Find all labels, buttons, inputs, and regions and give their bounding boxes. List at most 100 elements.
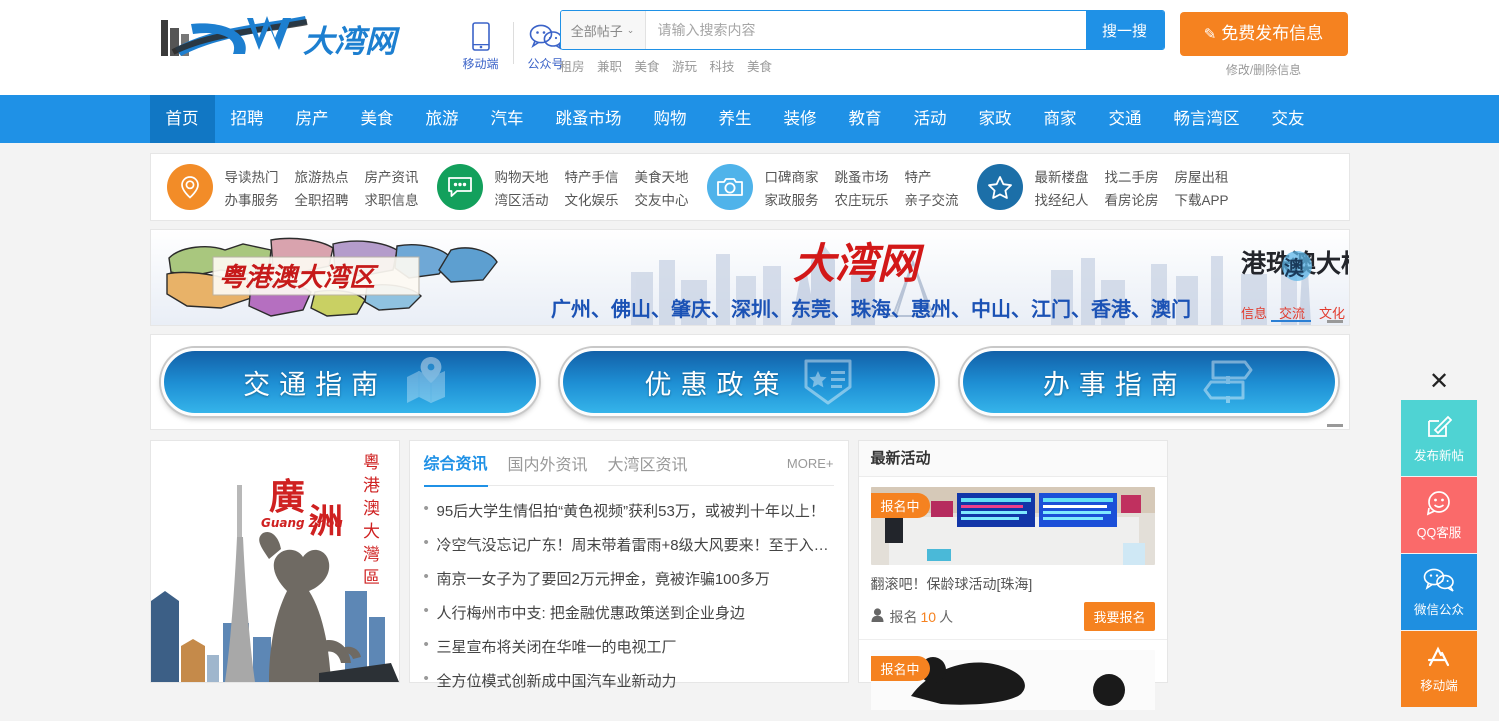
pill-label: 办事指南: [1042, 369, 1187, 400]
news-more-link[interactable]: MORE+: [787, 456, 834, 471]
collapse-marker[interactable]: [1326, 320, 1343, 323]
nav-item-merchants[interactable]: 商家: [1028, 95, 1093, 143]
activity-thumbnail[interactable]: 报名中: [870, 487, 1155, 565]
hot-word[interactable]: 兼职: [597, 60, 622, 74]
pill-preferential-policy[interactable]: 优惠政策: [560, 348, 939, 416]
quick-link[interactable]: 看房论房: [1105, 189, 1159, 209]
quick-link[interactable]: 找二手房: [1105, 166, 1159, 186]
quick-link[interactable]: 农庄玩乐: [835, 189, 889, 209]
quick-link[interactable]: 最新楼盘: [1035, 166, 1089, 186]
quick-link[interactable]: 旅游热点: [295, 166, 349, 186]
nav-item-travel[interactable]: 旅游: [410, 95, 475, 143]
nav-item-flea-market[interactable]: 跳蚤市场: [540, 95, 638, 143]
nav-item-food[interactable]: 美食: [345, 95, 410, 143]
nav-item-education[interactable]: 教育: [833, 95, 898, 143]
tab-domestic-international-news[interactable]: 国内外资讯: [508, 451, 588, 486]
news-item[interactable]: 南京一女子为了要回2万元押金，竟被诈骗100多万: [424, 561, 834, 595]
quick-link[interactable]: 购物天地: [495, 166, 549, 186]
nav-item-transport[interactable]: 交通: [1093, 95, 1158, 143]
collapse-marker[interactable]: [1326, 424, 1343, 427]
quick-link[interactable]: 口碑商家: [765, 166, 819, 186]
news-item[interactable]: 三星宣布将关闭在华唯一的电视工厂: [424, 629, 834, 663]
quick-link[interactable]: 特产: [905, 166, 959, 186]
tab-bay-area-news[interactable]: 大湾区资讯: [608, 451, 688, 486]
quick-link[interactable]: 导读热门: [225, 166, 279, 186]
nav-item-realestate[interactable]: 房产: [280, 95, 345, 143]
signup-unit: 人: [939, 608, 954, 625]
quick-link[interactable]: 找经纪人: [1035, 189, 1089, 209]
float-mobile-app-button[interactable]: 移动端: [1401, 631, 1477, 707]
nav-item-decoration[interactable]: 装修: [768, 95, 833, 143]
quick-link[interactable]: 家政服务: [765, 189, 819, 209]
quick-link[interactable]: 交友中心: [635, 189, 689, 209]
news-item[interactable]: 人行梅州市中支: 把金融优惠政策送到企业身边: [424, 595, 834, 629]
quick-link[interactable]: 亲子交流: [905, 189, 959, 209]
svg-text:大: 大: [363, 522, 380, 542]
svg-text:區: 區: [363, 568, 380, 588]
svg-text:澳: 澳: [1284, 256, 1305, 280]
pill-label: 交通指南: [243, 369, 388, 400]
quick-link[interactable]: 求职信息: [365, 189, 419, 209]
hot-word[interactable]: 游玩: [672, 60, 697, 74]
news-card: 综合资讯 国内外资讯 大湾区资讯 MORE+ 95后大学生情侣拍“黄色视频”获利…: [408, 440, 849, 690]
news-list: 95后大学生情侣拍“黄色视频”获利53万，或被判十年以上！ 冷空气没忘记广东！周…: [424, 486, 834, 697]
quick-link[interactable]: 美食天地: [635, 166, 689, 186]
nav-item-health[interactable]: 养生: [703, 95, 768, 143]
quick-link[interactable]: 特产手信: [565, 166, 619, 186]
signup-label: 报名: [889, 608, 918, 625]
nav-item-bay-talk[interactable]: 畅言湾区: [1158, 95, 1256, 143]
nav-item-shopping[interactable]: 购物: [638, 95, 703, 143]
activity-thumbnail[interactable]: 报名中: [870, 650, 1155, 721]
person-icon: [871, 608, 884, 625]
compose-icon: [1426, 413, 1453, 442]
search-category-dropdown[interactable]: 全部帖子 ⌄: [560, 11, 646, 49]
news-item[interactable]: 冷空气没忘记广东！周末带着雷雨+8级大风要来！至于入秋..: [424, 527, 834, 561]
news-item[interactable]: 95后大学生情侣拍“黄色视频”获利53万，或被判十年以上！: [424, 493, 834, 527]
search-input[interactable]: [645, 11, 1086, 49]
hot-word[interactable]: 美食: [635, 60, 660, 74]
quick-link[interactable]: 文化娱乐: [565, 189, 619, 209]
quick-link[interactable]: 房屋出租: [1175, 166, 1229, 186]
qr-code-group: 移动端 公众号: [455, 20, 572, 72]
close-icon[interactable]: ✕: [1401, 369, 1477, 393]
map-pin-icon: [401, 356, 457, 408]
float-wechat-button[interactable]: 微信公众: [1401, 554, 1477, 630]
quick-link[interactable]: 办事服务: [225, 189, 279, 209]
publish-free-info-button[interactable]: ✎ 免费发布信息: [1179, 12, 1348, 56]
quick-link[interactable]: 房产资讯: [365, 166, 419, 186]
mobile-entry[interactable]: 移动端: [455, 20, 507, 72]
quick-link[interactable]: 跳蚤市场: [835, 166, 889, 186]
float-new-post-button[interactable]: 发布新帖: [1401, 400, 1477, 476]
quick-link[interactable]: 全职招聘: [295, 189, 349, 209]
quick-link[interactable]: 下载APP: [1175, 189, 1229, 209]
search-button[interactable]: 搜一搜: [1085, 11, 1164, 49]
news-item[interactable]: 全方位模式创新成中国汽车业新动力: [424, 663, 834, 697]
signup-button[interactable]: 我要报名: [1084, 602, 1155, 631]
nav-item-cars[interactable]: 汽车: [475, 95, 540, 143]
svg-text:交流: 交流: [1279, 306, 1305, 322]
star-icon: [976, 164, 1023, 210]
city-image-card[interactable]: 廣 洲 Guang Zhou 粵港澳 大灣區: [149, 440, 400, 683]
nav-item-activities[interactable]: 活动: [898, 95, 963, 143]
tab-comprehensive-news[interactable]: 综合资讯: [423, 450, 488, 487]
hot-word[interactable]: 租房: [560, 60, 585, 74]
pill-traffic-guide[interactable]: 交通指南: [161, 348, 540, 416]
greater-bay-area-banner[interactable]: 粤港澳大湾区 大湾网 港珠澳大桥 澳 广州、佛山、肇庆、深圳、东莞、珠海、惠州、…: [149, 229, 1350, 326]
site-logo[interactable]: 大湾网: [155, 8, 400, 70]
activity-title[interactable]: 翻滚吧！保龄球活动[珠海]: [871, 574, 1155, 594]
float-item-label: 发布新帖: [1413, 448, 1464, 463]
badge-list-icon: [802, 357, 854, 408]
quick-link[interactable]: 湾区活动: [495, 189, 549, 209]
hot-word[interactable]: 美食: [747, 60, 772, 74]
hot-word[interactable]: 科技: [710, 60, 735, 74]
pill-service-guide[interactable]: 办事指南: [959, 348, 1338, 416]
pill-label: 优惠政策: [644, 369, 789, 400]
svg-text:灣: 灣: [363, 545, 380, 565]
edit-delete-info-link[interactable]: 修改/删除信息: [1180, 61, 1348, 78]
nav-item-housekeeping[interactable]: 家政: [963, 95, 1028, 143]
nav-item-jobs[interactable]: 招聘: [215, 95, 280, 143]
search-box: 全部帖子 ⌄ 搜一搜: [559, 10, 1165, 50]
float-qq-service-button[interactable]: QQ客服: [1401, 477, 1477, 553]
nav-item-friends[interactable]: 交友: [1256, 95, 1321, 143]
nav-item-home[interactable]: 首页: [149, 95, 215, 143]
